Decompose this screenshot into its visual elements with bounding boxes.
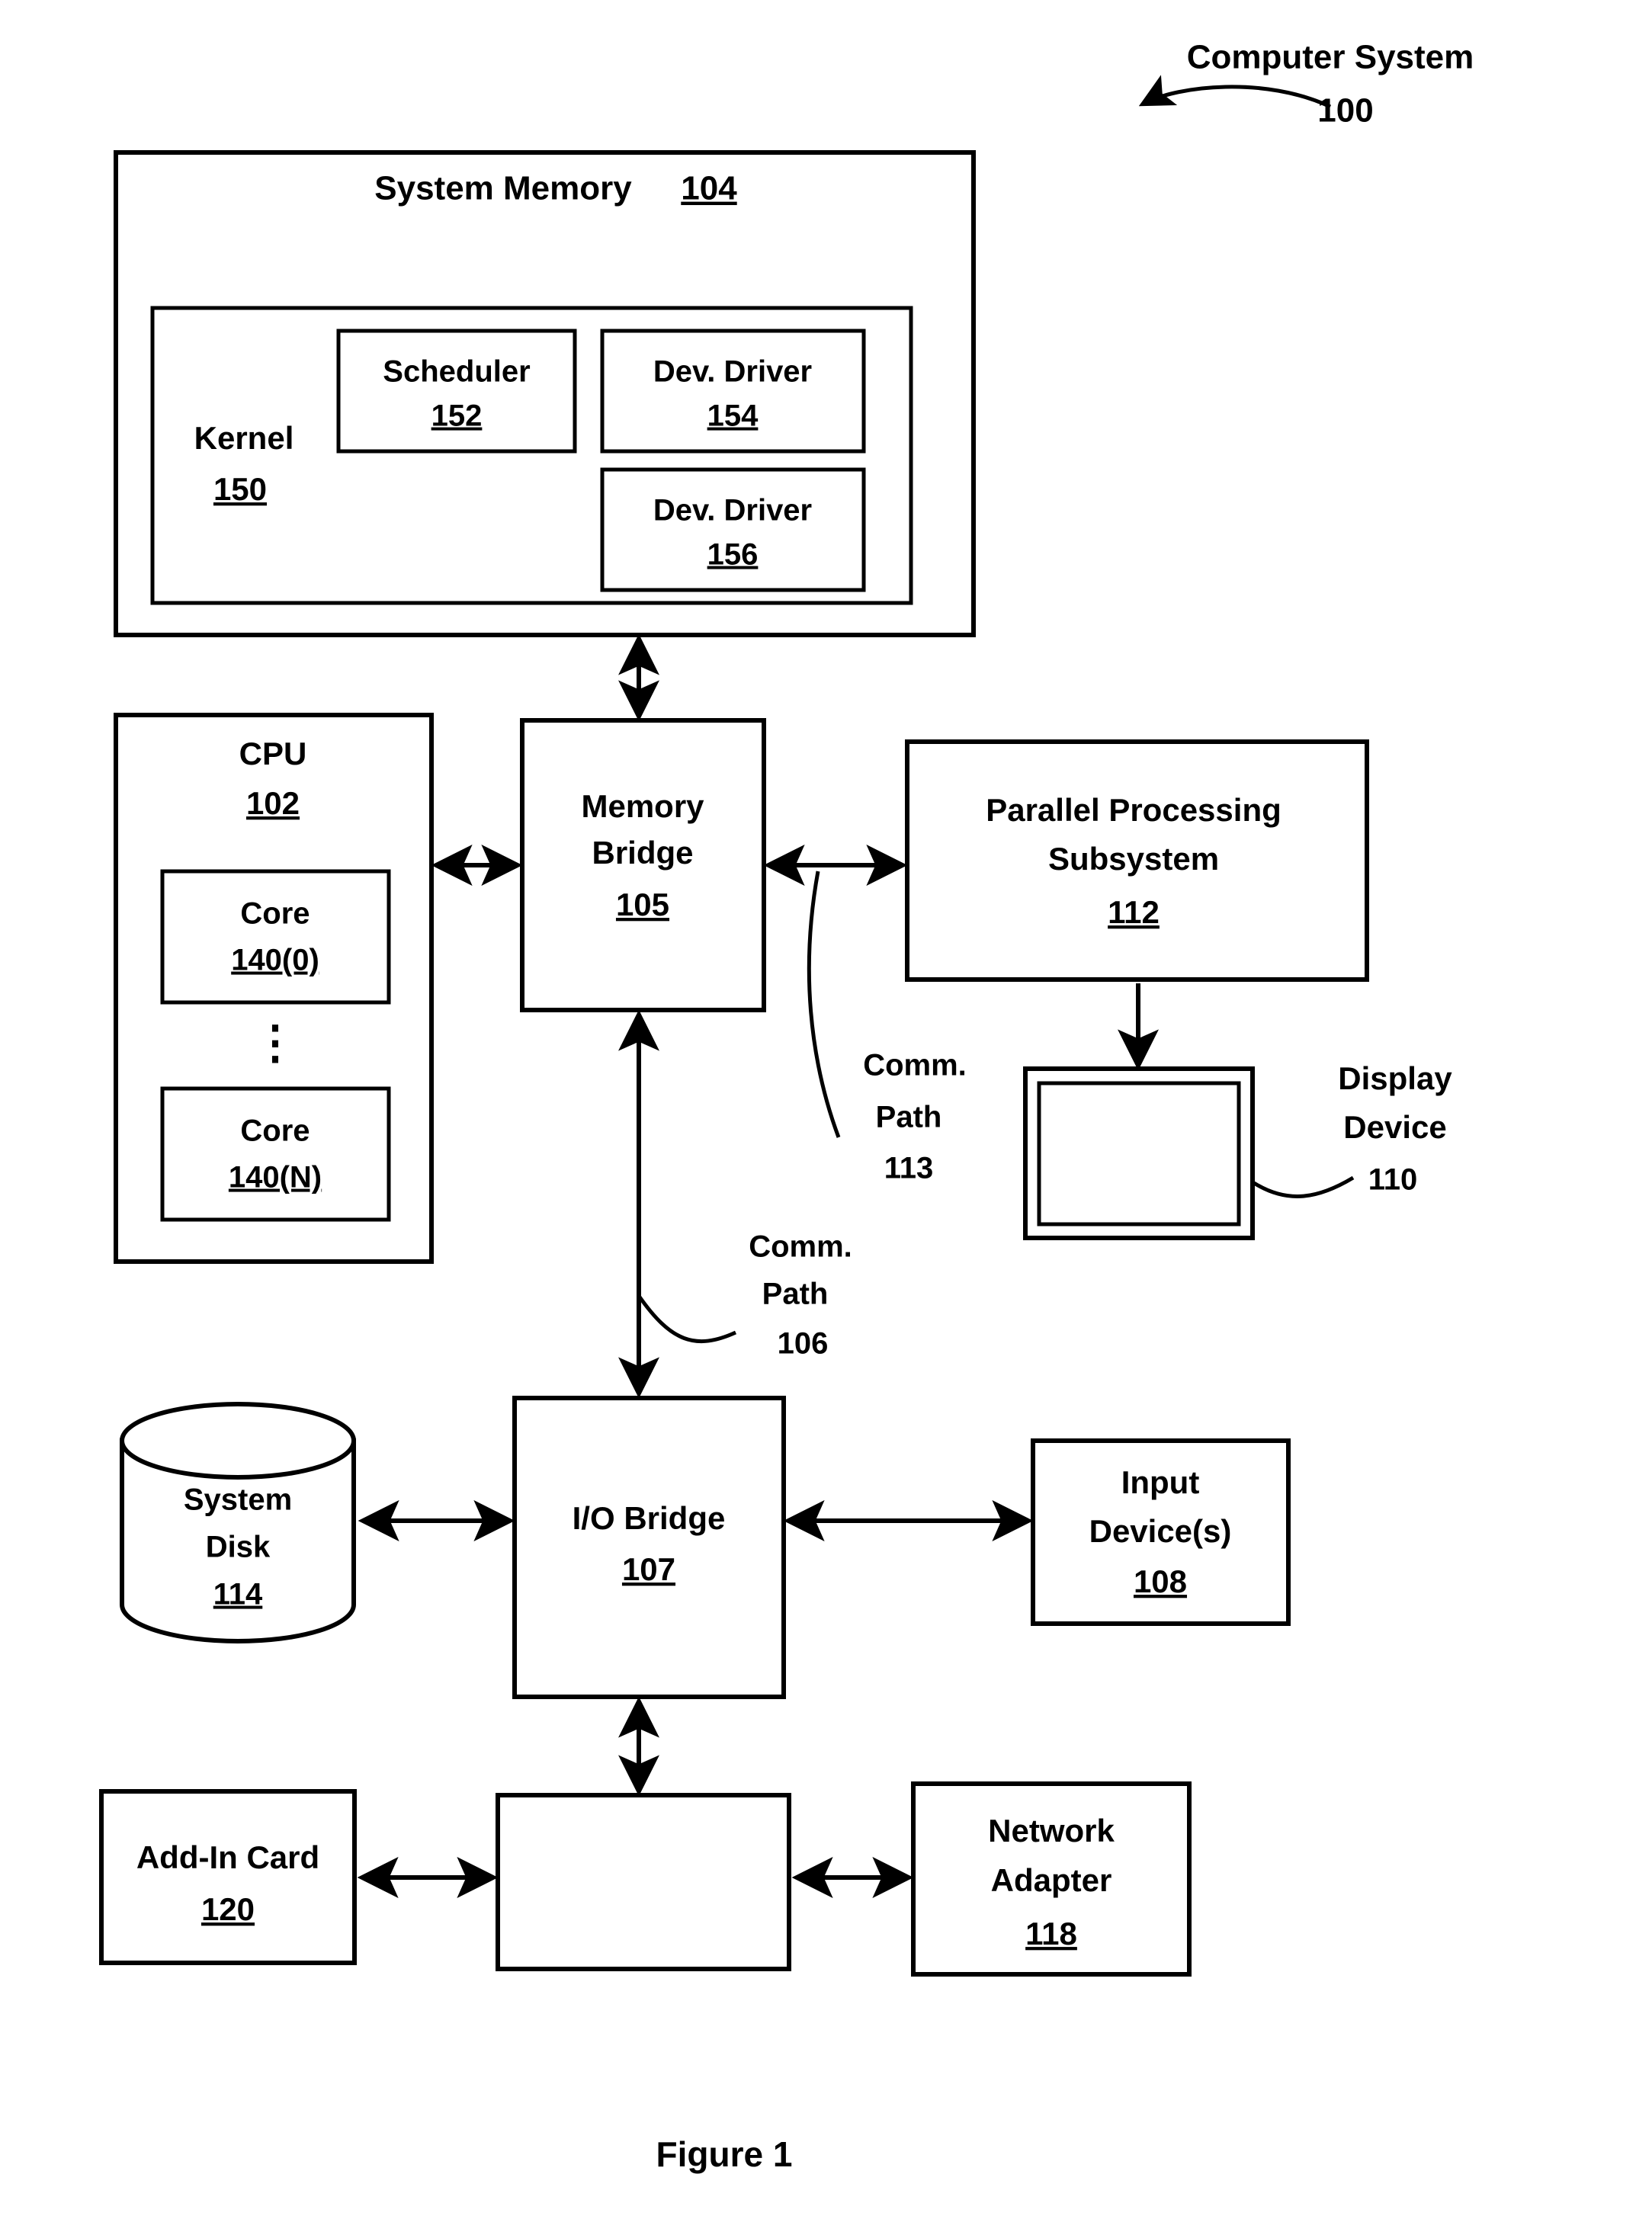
kernel-ref: 150 <box>213 471 267 507</box>
core-140-0-ref: 140(0) <box>231 944 319 977</box>
system-disk-cylinder-top <box>120 1402 356 1480</box>
display-device-leader <box>1253 1175 1355 1198</box>
input-devices-label-line1: Input <box>1121 1464 1200 1500</box>
comm-path-106-line1: Comm. <box>749 1230 852 1264</box>
memory-bridge-label-line2: Bridge <box>592 835 693 871</box>
dev-driver-154-ref: 154 <box>707 399 759 433</box>
add-in-card-ref: 120 <box>201 1891 255 1927</box>
comm-path-113-leader <box>807 871 841 1138</box>
dev-driver-154-box <box>600 329 866 454</box>
network-adapter-label-line1: Network <box>988 1813 1115 1849</box>
system-memory-label: System Memory <box>374 170 632 207</box>
display-device-label-line2: Device <box>1343 1109 1446 1145</box>
figure-title-ref: 100 <box>1317 92 1373 130</box>
display-device-ref: 110 <box>1368 1163 1418 1197</box>
cpu-ref: 102 <box>246 785 300 821</box>
add-in-card-box <box>99 1789 357 1965</box>
scheduler-box <box>336 329 577 454</box>
display-device-label-line1: Display <box>1338 1060 1452 1096</box>
figure-caption: Figure 1 <box>656 2134 793 2174</box>
network-adapter-label-line2: Adapter <box>991 1862 1112 1898</box>
core-ellipsis: ⋮ <box>252 1017 298 1068</box>
system-disk-label-line1: System <box>184 1483 292 1517</box>
core-140-n-label: Core <box>240 1114 310 1148</box>
system-memory-ref: 104 <box>681 170 737 207</box>
io-bridge-label: I/O Bridge <box>573 1500 726 1536</box>
cpu-label: CPU <box>239 736 307 771</box>
network-adapter-ref: 118 <box>1025 1916 1077 1951</box>
switch-box-outline <box>496 1793 791 1971</box>
system-disk-label-line2: Disk <box>206 1531 271 1564</box>
patent-figure-1: Computer System 100 System Memory 104 Ke… <box>0 0 1652 2235</box>
diagram-canvas: Computer System 100 System Memory 104 Ke… <box>99 39 1474 2174</box>
core-140-n-ref: 140(N) <box>229 1161 322 1194</box>
input-devices-label-line2: Device(s) <box>1089 1513 1232 1549</box>
core-140-0-box <box>160 869 391 1005</box>
comm-path-113-line2: Path <box>876 1101 942 1134</box>
scheduler-ref: 152 <box>431 399 483 433</box>
scheduler-label: Scheduler <box>383 355 530 389</box>
memory-bridge-label-line1: Memory <box>581 788 704 824</box>
display-device-screen <box>1037 1081 1241 1227</box>
system-disk-ref: 114 <box>213 1578 263 1611</box>
memory-bridge-ref: 105 <box>616 887 669 922</box>
kernel-label: Kernel <box>194 420 294 456</box>
add-in-card-label: Add-In Card <box>136 1839 319 1875</box>
comm-path-113-ref: 113 <box>884 1152 934 1185</box>
input-devices-ref: 108 <box>1134 1563 1187 1599</box>
comm-path-106-line2: Path <box>762 1278 829 1311</box>
pps-label-line1: Parallel Processing <box>986 792 1282 828</box>
comm-path-106-ref: 106 <box>778 1327 829 1361</box>
dev-driver-154-label: Dev. Driver <box>653 355 812 389</box>
core-140-n-box <box>160 1086 391 1222</box>
comm-path-106-leader <box>637 1294 737 1344</box>
core-140-0-label: Core <box>240 897 310 931</box>
pps-label-line2: Subsystem <box>1048 841 1219 877</box>
io-bridge-ref: 107 <box>622 1551 675 1587</box>
dev-driver-156-label: Dev. Driver <box>653 494 812 527</box>
title-leader-line <box>1138 75 1332 109</box>
figure-title-label: Computer System <box>1187 39 1474 76</box>
io-bridge-box <box>512 1396 786 1699</box>
comm-path-113-line1: Comm. <box>863 1049 967 1082</box>
dev-driver-156-box <box>600 467 866 592</box>
pps-ref: 112 <box>1108 894 1160 930</box>
dev-driver-156-ref: 156 <box>707 538 759 572</box>
